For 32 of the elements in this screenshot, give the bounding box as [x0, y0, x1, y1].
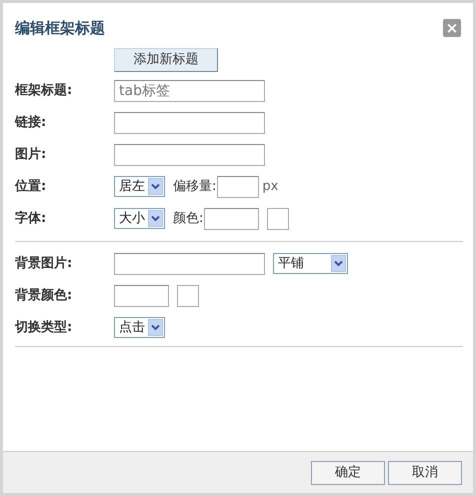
add-title-button[interactable]: 添加新标题 — [114, 48, 218, 72]
input-field[interactable] — [114, 112, 265, 134]
input-field[interactable] — [204, 208, 260, 230]
input-field[interactable] — [114, 252, 265, 275]
footer-button[interactable]: 确定 — [311, 460, 385, 484]
select-dropdown[interactable]: 平铺 — [273, 253, 348, 274]
input-field[interactable] — [114, 284, 169, 307]
select-dropdown[interactable]: 点击 — [114, 317, 165, 338]
field-label: 位置: — [15, 178, 48, 196]
chevron-down-icon — [331, 255, 346, 272]
field-label: 框架标题: — [15, 82, 74, 100]
unit-label: px — [262, 178, 278, 196]
field-label: 切换类型: — [15, 319, 74, 337]
input-field[interactable] — [217, 176, 260, 198]
field-label: 背景颜色: — [15, 286, 74, 305]
field-label: 偏移量: — [173, 178, 216, 196]
footer-button[interactable]: 取消 — [388, 460, 462, 484]
chevron-down-icon — [148, 178, 163, 196]
dialog-title: 编辑框架标题 — [15, 18, 105, 39]
field-label: 图片: — [15, 146, 48, 164]
select-dropdown[interactable]: 大小 — [114, 208, 165, 230]
input-field[interactable]: tab标签 — [114, 80, 265, 102]
chevron-down-icon — [148, 210, 163, 228]
field-label: 字体: — [15, 210, 48, 228]
field-label: 链接: — [15, 114, 48, 132]
chevron-down-icon — [148, 319, 163, 336]
input-field[interactable] — [114, 144, 265, 166]
field-label: 颜色: — [173, 210, 204, 228]
color-swatch[interactable] — [177, 284, 199, 307]
color-swatch[interactable] — [267, 208, 290, 230]
select-dropdown[interactable]: 居左 — [114, 176, 165, 198]
field-label: 背景图片: — [15, 254, 74, 273]
